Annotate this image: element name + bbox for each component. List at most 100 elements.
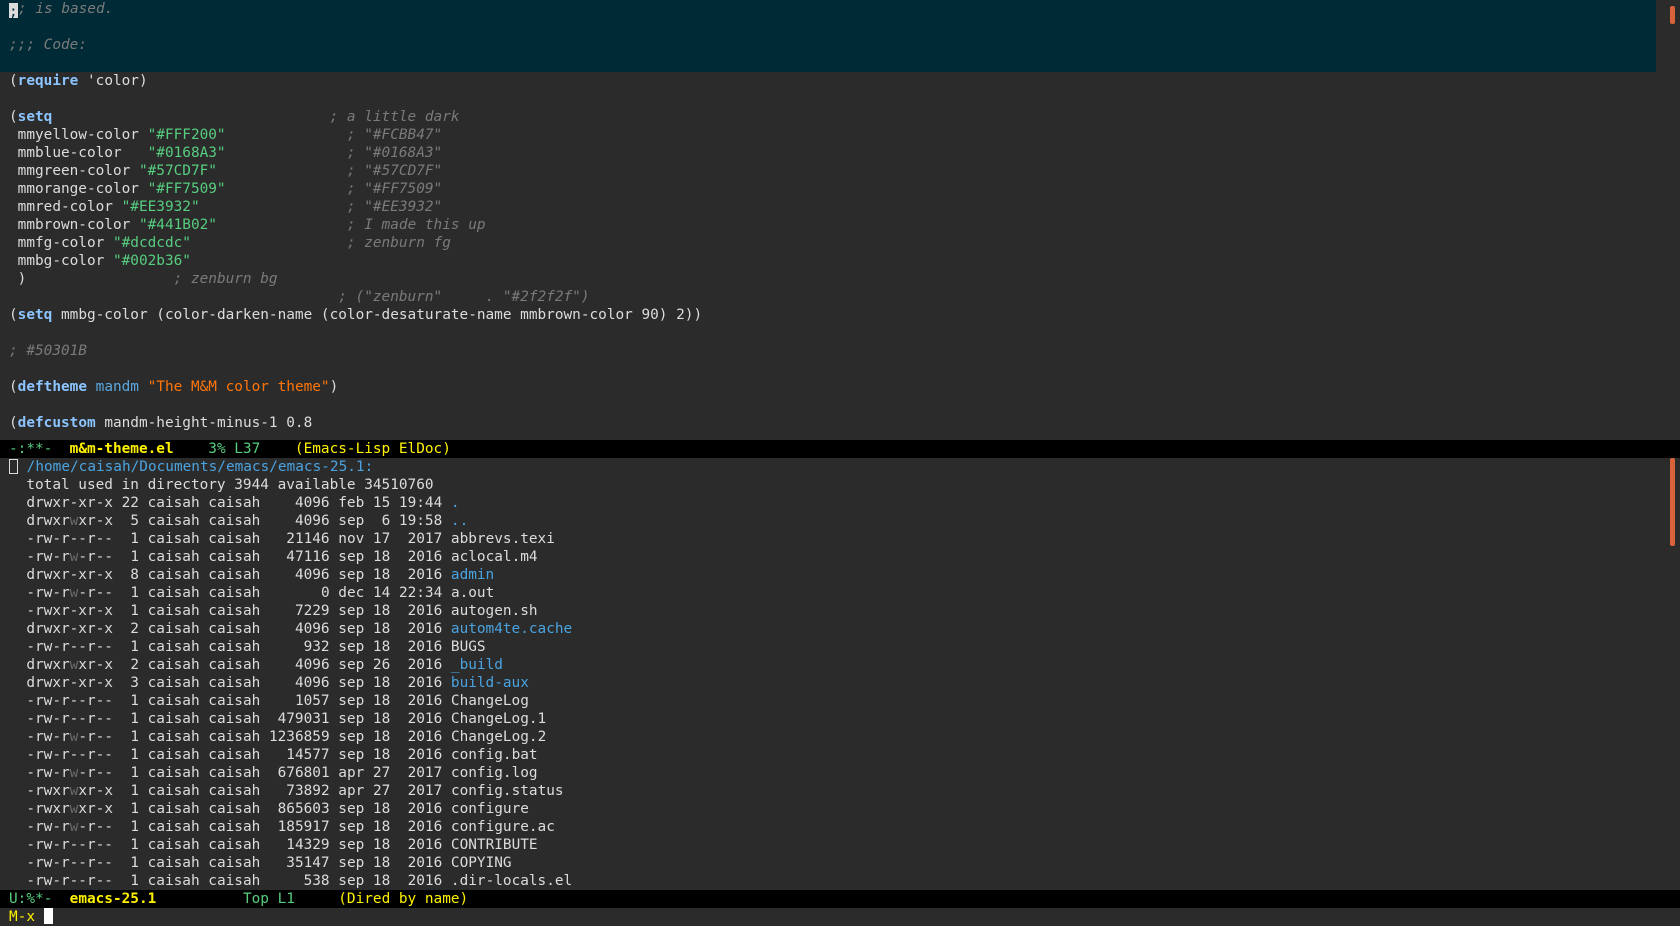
code-line[interactable]: mmblue-color "#0168A3" ; "#0168A3" bbox=[9, 144, 1656, 162]
code-line[interactable]: ) ; zenburn bg bbox=[9, 270, 1656, 288]
modeline-buffer-name[interactable]: emacs-25.1 bbox=[70, 891, 157, 907]
code-line[interactable]: mmorange-color "#FF7509" ; "#FF7509" bbox=[9, 180, 1656, 198]
code-line[interactable]: mmbg-color "#002b36" bbox=[9, 252, 1656, 270]
dired-entry[interactable]: -rw-r--r-- 1 caisah caisah 14329 sep 18 … bbox=[9, 836, 1656, 854]
code-line[interactable]: mmgreen-color "#57CD7F" ; "#57CD7F" bbox=[9, 162, 1656, 180]
dired-filename[interactable]: build-aux bbox=[451, 675, 529, 691]
code-line[interactable] bbox=[9, 90, 1656, 108]
code-modeline[interactable]: -:**- m&m-theme.el 3% L37 (Emacs-Lisp El… bbox=[0, 440, 1680, 458]
code-line[interactable] bbox=[9, 18, 1656, 36]
dired-filename[interactable]: admin bbox=[451, 567, 494, 583]
dired-filename[interactable]: BUGS bbox=[451, 639, 486, 655]
dired-filename[interactable]: ChangeLog bbox=[451, 693, 529, 709]
dired-group: caisah bbox=[208, 693, 261, 709]
dired-links: 1 bbox=[121, 585, 139, 601]
dired-entry[interactable]: drwxr-xr-x 2 caisah caisah 4096 sep 18 2… bbox=[9, 620, 1656, 638]
code-line[interactable]: mmyellow-color "#FFF200" ; "#FCBB47" bbox=[9, 126, 1656, 144]
dired-group: caisah bbox=[208, 495, 261, 511]
code-line[interactable] bbox=[9, 396, 1656, 414]
code-line[interactable] bbox=[9, 54, 1656, 72]
dired-size: 4096 bbox=[294, 513, 330, 529]
dired-filename[interactable]: .. bbox=[451, 513, 468, 529]
dired-entry[interactable]: drwxr-xr-x 3 caisah caisah 4096 sep 18 2… bbox=[9, 674, 1656, 692]
dired-filename[interactable]: config.status bbox=[451, 783, 564, 799]
dired-entry[interactable]: -rw-rw-r-- 1 caisah caisah 47116 sep 18 … bbox=[9, 548, 1656, 566]
cursor-icon bbox=[9, 459, 18, 474]
code-line[interactable]: (deftheme mandm "The M&M color theme") bbox=[9, 378, 1656, 396]
code-line[interactable]: (setq mmbg-color (color-darken-name (col… bbox=[9, 306, 1656, 324]
code-token: defcustom bbox=[17, 415, 96, 431]
code-line[interactable]: (require 'color) bbox=[9, 72, 1656, 90]
dired-owner: caisah bbox=[147, 765, 200, 781]
dired-filename[interactable]: ChangeLog.1 bbox=[451, 711, 546, 727]
code-line[interactable] bbox=[9, 360, 1656, 378]
code-line[interactable]: ;;; Code: bbox=[9, 36, 1656, 54]
code-line[interactable]: (defcustom mandm-height-minus-1 0.8 bbox=[9, 414, 1656, 432]
code-line[interactable] bbox=[9, 324, 1656, 342]
dired-entry[interactable]: drwxr-xr-x 8 caisah caisah 4096 sep 18 2… bbox=[9, 566, 1656, 584]
dired-filename[interactable]: _build bbox=[451, 657, 503, 673]
code-line[interactable]: ;; is based. bbox=[9, 0, 1656, 18]
dired-entry[interactable]: drwxrwxr-x 2 caisah caisah 4096 sep 26 2… bbox=[9, 656, 1656, 674]
dired-filename[interactable]: COPYING bbox=[451, 855, 512, 871]
code-line[interactable]: mmfg-color "#dcdcdc" ; zenburn fg bbox=[9, 234, 1656, 252]
dired-date: sep 18 2016 bbox=[338, 819, 443, 835]
dired-entry[interactable]: -rw-rw-r-- 1 caisah caisah 1236859 sep 1… bbox=[9, 728, 1656, 746]
dired-entry[interactable]: -rw-rw-r-- 1 caisah caisah 0 dec 14 22:3… bbox=[9, 584, 1656, 602]
dired-entry[interactable]: -rwxrwxr-x 1 caisah caisah 73892 apr 27 … bbox=[9, 782, 1656, 800]
dired-entry[interactable]: drwxrwxr-x 5 caisah caisah 4096 sep 6 19… bbox=[9, 512, 1656, 530]
code-editor-window[interactable]: ;; is based. ;;; Code: (require 'color) (se… bbox=[0, 0, 1680, 440]
code-line[interactable]: mmred-color "#EE3932" ; "#EE3932" bbox=[9, 198, 1656, 216]
dired-entry[interactable]: -rw-r--r-- 1 caisah caisah 538 sep 18 20… bbox=[9, 872, 1656, 890]
dired-group: caisah bbox=[208, 513, 261, 529]
dired-filename[interactable]: . bbox=[451, 495, 460, 511]
dired-group: caisah bbox=[208, 765, 261, 781]
dired-filename[interactable]: config.log bbox=[451, 765, 538, 781]
scroll-thumb-icon[interactable] bbox=[1670, 6, 1675, 24]
dired-entry[interactable]: -rwxr-xr-x 1 caisah caisah 7229 sep 18 2… bbox=[9, 602, 1656, 620]
dired-entry[interactable]: -rw-rw-r-- 1 caisah caisah 185917 sep 18… bbox=[9, 818, 1656, 836]
modeline-major-mode[interactable]: (Emacs-Lisp ElDoc) bbox=[295, 441, 451, 457]
dired-path[interactable]: /home/caisah/Documents/emacs/emacs-25.1: bbox=[27, 459, 374, 475]
dired-modeline[interactable]: U:%*- emacs-25.1 Top L1 (Dired by name) bbox=[0, 890, 1680, 908]
dired-filename[interactable]: config.bat bbox=[451, 747, 538, 763]
dired-group: caisah bbox=[208, 531, 261, 547]
code-line[interactable]: ; ("zenburn" . "#2f2f2f") bbox=[9, 288, 1656, 306]
dired-filename[interactable]: aclocal.m4 bbox=[451, 549, 538, 565]
code-scrollbar[interactable] bbox=[1666, 0, 1680, 440]
dired-filename[interactable]: ChangeLog.2 bbox=[451, 729, 546, 745]
dired-entry[interactable]: drwxr-xr-x 22 caisah caisah 4096 feb 15 … bbox=[9, 494, 1656, 512]
dired-entry[interactable]: -rw-r--r-- 1 caisah caisah 932 sep 18 20… bbox=[9, 638, 1656, 656]
dired-filename[interactable]: .dir-locals.el bbox=[451, 873, 572, 889]
dired-filename[interactable]: autogen.sh bbox=[451, 603, 538, 619]
cursor-icon[interactable] bbox=[44, 908, 53, 924]
dired-window[interactable]: /home/caisah/Documents/emacs/emacs-25.1:… bbox=[0, 458, 1680, 890]
dired-filename[interactable]: configure bbox=[451, 801, 529, 817]
minibuffer[interactable]: M-x bbox=[0, 908, 1680, 926]
dired-filename[interactable]: CONTRIBUTE bbox=[451, 837, 538, 853]
dired-filename[interactable]: autom4te.cache bbox=[451, 621, 572, 637]
dired-entry[interactable]: -rw-rw-r-- 1 caisah caisah 676801 apr 27… bbox=[9, 764, 1656, 782]
dired-filename[interactable]: abbrevs.texi bbox=[451, 531, 555, 547]
code-token: setq bbox=[17, 109, 53, 125]
dired-entry[interactable]: -rw-r--r-- 1 caisah caisah 14577 sep 18 … bbox=[9, 746, 1656, 764]
dired-entry[interactable]: -rw-r--r-- 1 caisah caisah 35147 sep 18 … bbox=[9, 854, 1656, 872]
dired-entry[interactable]: -rw-r--r-- 1 caisah caisah 21146 nov 17 … bbox=[9, 530, 1656, 548]
dired-scrollbar[interactable] bbox=[1666, 458, 1680, 890]
code-line[interactable]: (setq ; a little dark bbox=[9, 108, 1656, 126]
modeline-buffer-name[interactable]: m&m-theme.el bbox=[70, 441, 174, 457]
code-line[interactable]: ; #50301B bbox=[9, 342, 1656, 360]
code-line[interactable]: mmbrown-color "#441B02" ; I made this up bbox=[9, 216, 1656, 234]
dired-listing[interactable]: /home/caisah/Documents/emacs/emacs-25.1:… bbox=[9, 458, 1656, 890]
dired-filename[interactable]: a.out bbox=[451, 585, 494, 601]
modeline-major-mode[interactable]: (Dired by name) bbox=[338, 891, 468, 907]
dired-filename[interactable]: configure.ac bbox=[451, 819, 555, 835]
scroll-thumb-icon[interactable] bbox=[1670, 458, 1675, 546]
dired-entry[interactable]: -rwxrwxr-x 1 caisah caisah 865603 sep 18… bbox=[9, 800, 1656, 818]
dired-entry[interactable]: -rw-r--r-- 1 caisah caisah 1057 sep 18 2… bbox=[9, 692, 1656, 710]
code-lines[interactable]: ;; is based. ;;; Code: (require 'color) (se… bbox=[9, 0, 1656, 432]
dired-links: 1 bbox=[121, 801, 139, 817]
dired-entry[interactable]: -rw-r--r-- 1 caisah caisah 479031 sep 18… bbox=[9, 710, 1656, 728]
